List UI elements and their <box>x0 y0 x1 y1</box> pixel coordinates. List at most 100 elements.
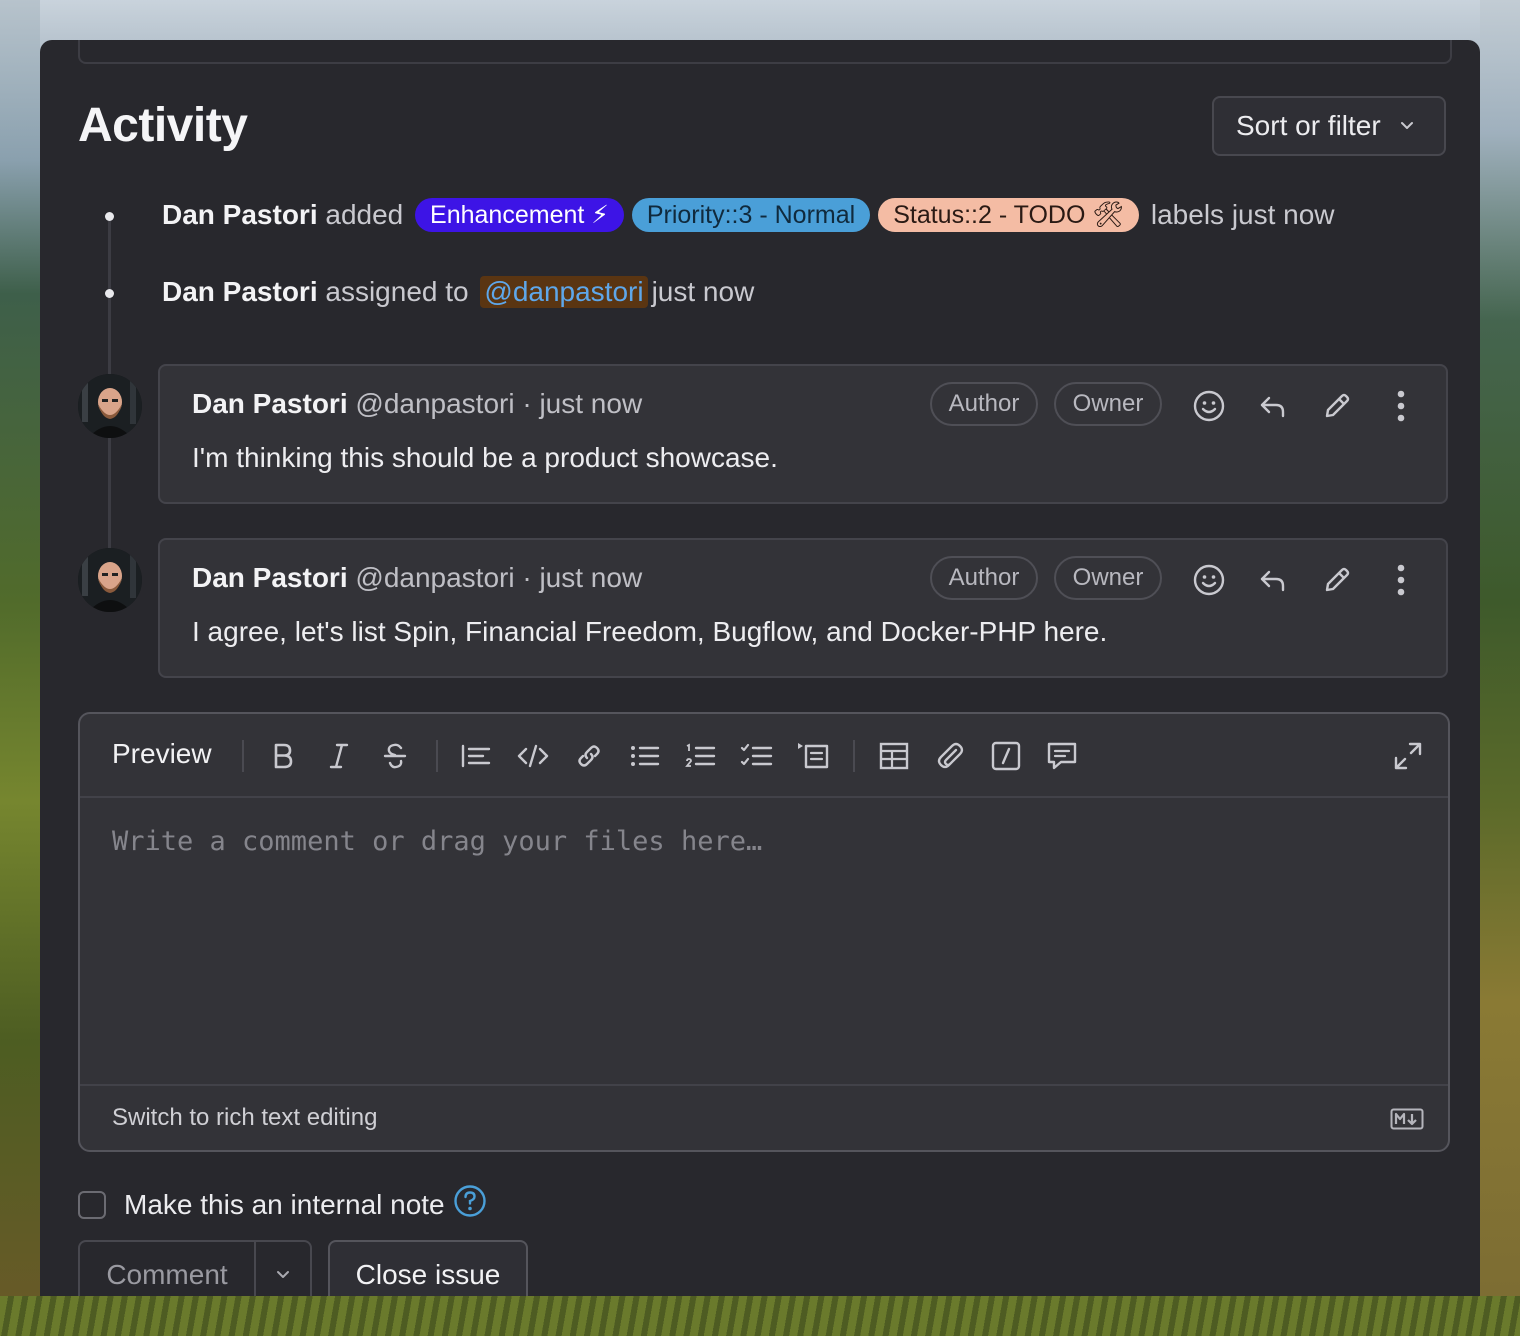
editor-footer: Switch to rich text editing <box>80 1084 1448 1150</box>
internal-note-checkbox[interactable] <box>78 1190 106 1219</box>
slash-command-button[interactable] <box>986 736 1026 776</box>
sort-filter-label: Sort or filter <box>1236 110 1381 141</box>
event-suffix: labels just now <box>1150 199 1335 230</box>
numbered-list-icon <box>685 743 716 767</box>
comment-card: Dan Pastori @danpastori · just now I'm t… <box>158 364 1448 504</box>
strikethrough-button[interactable] <box>375 736 415 776</box>
comment-author[interactable]: Dan Pastori <box>192 562 348 593</box>
code-button[interactable] <box>513 736 553 776</box>
reply-button[interactable] <box>1253 560 1293 600</box>
more-actions-button[interactable] <box>1381 386 1421 426</box>
comment-options-dropdown[interactable] <box>256 1242 310 1296</box>
slash-command-icon <box>991 741 1021 771</box>
bullet-list-icon <box>631 746 660 766</box>
timeline-dot <box>105 289 114 298</box>
pencil-icon <box>1325 393 1350 418</box>
comment-body: I agree, let's list Spin, Financial Free… <box>192 616 1108 647</box>
pencil-icon <box>1325 567 1350 592</box>
comment-author[interactable]: Dan Pastori <box>192 388 348 419</box>
author-badge: Author <box>930 382 1038 426</box>
vertical-ellipsis-icon <box>1397 390 1405 422</box>
avatar[interactable] <box>78 374 142 438</box>
bullet-list-button[interactable] <box>625 736 665 776</box>
comment-editor: Preview Write a comment or drag your fil… <box>78 712 1450 1152</box>
collapsible-section-button[interactable] <box>793 736 833 776</box>
link-button[interactable] <box>569 736 609 776</box>
event-action: assigned to <box>325 276 469 307</box>
quote-button[interactable] <box>456 736 496 776</box>
task-list-button[interactable] <box>737 736 777 776</box>
comment-card: Dan Pastori @danpastori · just now I agr… <box>158 538 1448 678</box>
reply-button[interactable] <box>1253 386 1293 426</box>
switch-rich-text-button[interactable]: Switch to rich text editing <box>112 1104 377 1132</box>
background-left <box>0 0 40 1336</box>
comment-meta: @danpastori · just now <box>355 388 643 419</box>
collapsible-icon <box>798 743 829 769</box>
comment-body: I'm thinking this should be a product sh… <box>192 442 778 473</box>
avatar[interactable] <box>78 548 142 612</box>
add-reaction-button[interactable] <box>1189 386 1229 426</box>
comment-template-button[interactable] <box>1042 736 1082 776</box>
smiley-icon <box>1193 390 1225 422</box>
bold-button[interactable] <box>263 736 303 776</box>
table-icon <box>879 742 909 770</box>
label-priority[interactable]: Priority::3 - Normal <box>631 198 871 232</box>
table-button[interactable] <box>874 736 914 776</box>
attach-file-button[interactable] <box>930 736 970 776</box>
preview-tab[interactable]: Preview <box>112 738 212 770</box>
internal-note-row: Make this an internal note <box>78 1184 487 1225</box>
assign-event: Dan Pastori assigned to @danpastori just… <box>162 276 754 308</box>
comment-split-button: Comment <box>78 1240 312 1296</box>
quote-icon <box>461 744 491 768</box>
toolbar-divider <box>242 740 244 772</box>
comment-header: Dan Pastori @danpastori · just now <box>192 562 642 594</box>
event-suffix: just now <box>651 276 755 307</box>
help-icon[interactable] <box>453 1184 487 1225</box>
reply-icon <box>1260 570 1285 592</box>
edit-comment-button[interactable] <box>1317 386 1357 426</box>
user-mention-link[interactable]: @danpastori <box>480 276 648 308</box>
comment-button[interactable]: Comment <box>80 1242 256 1296</box>
chevron-down-icon <box>277 1271 289 1278</box>
add-reaction-button[interactable] <box>1189 560 1229 600</box>
code-icon <box>517 744 549 768</box>
comment-textarea[interactable] <box>80 798 1448 1084</box>
label-enhancement[interactable]: Enhancement ⚡ <box>415 198 624 232</box>
toolbar-divider <box>436 740 438 772</box>
event-action: added <box>325 199 404 230</box>
owner-badge: Owner <box>1054 556 1162 600</box>
markdown-icon[interactable] <box>1390 1108 1424 1135</box>
edit-comment-button[interactable] <box>1317 560 1357 600</box>
author-badge: Author <box>930 556 1038 600</box>
label-event: Dan Pastori added Enhancement ⚡ Priority… <box>162 198 1335 232</box>
comment-template-icon <box>1047 742 1077 770</box>
timeline-dot <box>105 212 114 221</box>
numbered-list-button[interactable] <box>681 736 721 776</box>
activity-heading: Activity <box>78 99 248 152</box>
label-status[interactable]: Status::2 - TODO 🛠 <box>878 198 1140 232</box>
avatar-image-icon <box>78 548 142 612</box>
issue-activity-panel: Activity Sort or filter Dan Pastori adde… <box>40 40 1480 1296</box>
bold-icon <box>274 743 293 769</box>
italic-button[interactable] <box>319 736 359 776</box>
close-issue-button[interactable]: Close issue <box>328 1240 528 1296</box>
event-author[interactable]: Dan Pastori <box>162 276 318 308</box>
comment-meta: @danpastori · just now <box>355 562 643 593</box>
previous-section-box <box>78 40 1452 64</box>
background-right <box>1480 0 1520 1336</box>
internal-note-label[interactable]: Make this an internal note <box>124 1189 445 1221</box>
smiley-icon <box>1193 564 1225 596</box>
sort-filter-button[interactable]: Sort or filter <box>1212 96 1446 156</box>
background-bottom <box>0 1296 1520 1336</box>
event-author[interactable]: Dan Pastori <box>162 199 318 231</box>
more-actions-button[interactable] <box>1381 560 1421 600</box>
strikethrough-icon <box>383 743 407 769</box>
task-list-icon <box>740 743 773 766</box>
avatar-image-icon <box>78 374 142 438</box>
fullscreen-button[interactable] <box>1388 736 1428 776</box>
comment-header: Dan Pastori @danpastori · just now <box>192 388 642 420</box>
italic-icon <box>329 743 349 769</box>
fullscreen-icon <box>1394 742 1422 770</box>
paperclip-icon <box>937 742 964 769</box>
toolbar-divider <box>853 740 855 772</box>
